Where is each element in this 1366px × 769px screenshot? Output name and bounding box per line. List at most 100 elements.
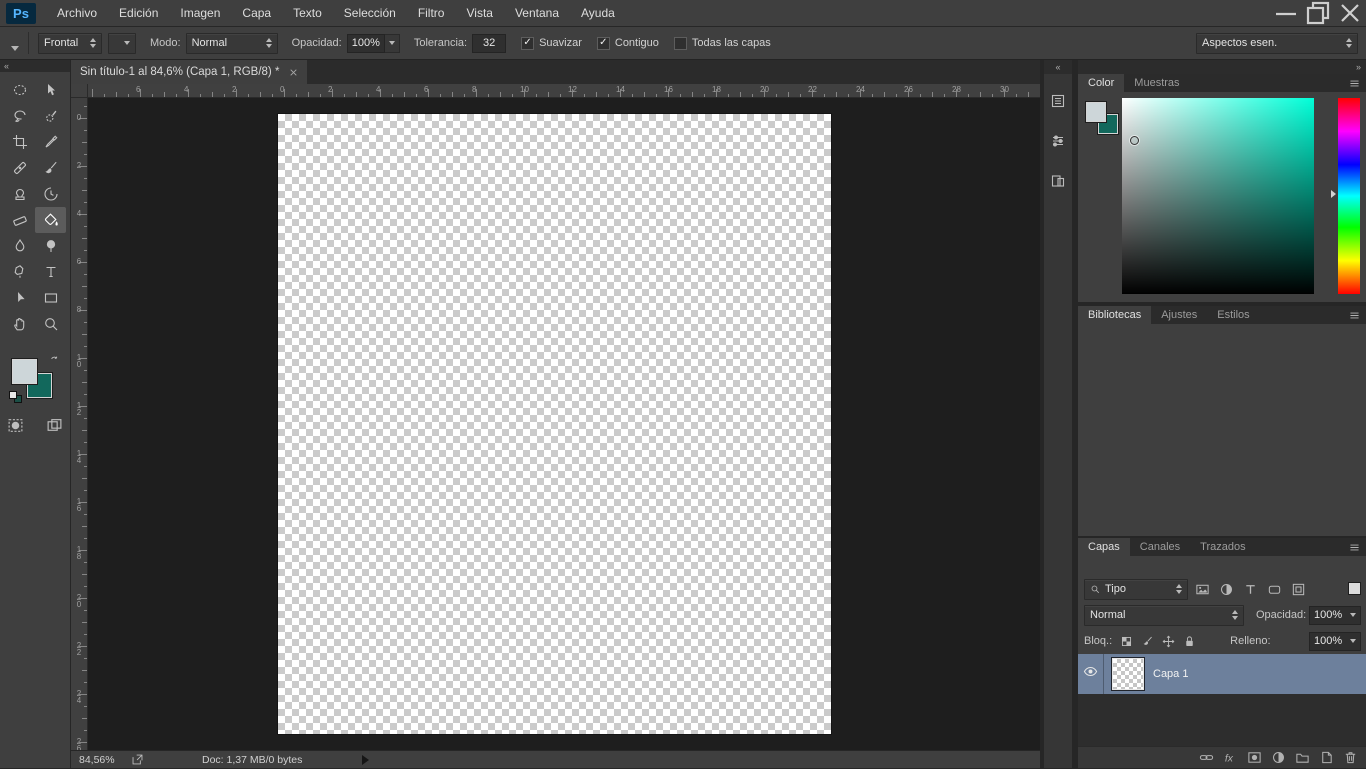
hue-slider-marker[interactable] <box>1331 190 1336 198</box>
history-brush-tool[interactable] <box>35 181 66 207</box>
fill-source-select[interactable]: Frontal <box>38 33 102 54</box>
restore-button[interactable] <box>1302 0 1334 27</box>
filter-pixel-layers-icon[interactable] <box>1194 581 1211 598</box>
checkbox-todas-las-capas[interactable]: Todas las capas <box>674 37 771 50</box>
layers-tab-capas[interactable]: Capas <box>1078 538 1130 556</box>
toolbar-collapse-button[interactable]: « <box>0 60 70 72</box>
ruler-corner[interactable] <box>71 84 88 98</box>
pen-tool[interactable] <box>4 259 35 285</box>
filter-type-layers-icon[interactable] <box>1242 581 1259 598</box>
checkbox-box[interactable] <box>674 37 687 50</box>
properties-panel-icon[interactable] <box>1044 128 1072 154</box>
document-canvas[interactable] <box>278 114 831 734</box>
close-tab-icon[interactable] <box>289 68 298 77</box>
canvas-viewport[interactable] <box>88 98 1040 750</box>
layers-tab-canales[interactable]: Canales <box>1130 538 1190 556</box>
quick-mask-button[interactable] <box>7 417 24 439</box>
checkbox-contiguo[interactable]: ✓Contiguo <box>597 37 659 50</box>
menu-ayuda[interactable]: Ayuda <box>570 0 626 27</box>
brush-tool[interactable] <box>35 155 66 181</box>
color-tab-muestras[interactable]: Muestras <box>1124 74 1189 92</box>
dodge-tool[interactable] <box>35 233 66 259</box>
layer-effects-icon[interactable]: fx <box>1218 747 1242 769</box>
pattern-picker-select[interactable] <box>108 33 136 54</box>
share-icon[interactable] <box>131 753 144 766</box>
layer-visibility-toggle[interactable] <box>1078 654 1104 694</box>
menu-ventana[interactable]: Ventana <box>504 0 570 27</box>
menu-texto[interactable]: Texto <box>282 0 333 27</box>
layer-row[interactable]: Capa 1 <box>1078 654 1366 694</box>
status-menu-arrow-icon[interactable] <box>362 755 369 765</box>
libraries-tab-bibliotecas[interactable]: Bibliotecas <box>1078 306 1151 324</box>
layer-thumbnail[interactable] <box>1112 658 1144 690</box>
move-tool[interactable] <box>35 77 66 103</box>
lock-all-icon[interactable] <box>1183 635 1196 648</box>
layer-filter-toggle[interactable] <box>1348 582 1361 595</box>
hue-slider[interactable] <box>1338 98 1360 294</box>
opacity-value-field[interactable]: 100% <box>347 34 385 53</box>
libraries-tab-estilos[interactable]: Estilos <box>1207 306 1259 324</box>
filter-smart-objects-icon[interactable] <box>1290 581 1307 598</box>
elliptical-marquee-tool[interactable] <box>4 77 35 103</box>
swap-colors-icon[interactable] <box>49 353 61 371</box>
layer-filter-select[interactable]: Tipo <box>1084 579 1188 600</box>
menu-filtro[interactable]: Filtro <box>407 0 456 27</box>
lock-transparency-icon[interactable] <box>1120 635 1133 648</box>
delete-layer-icon[interactable] <box>1338 747 1362 769</box>
menu-seleccion[interactable]: Selección <box>333 0 407 27</box>
workspace-select[interactable]: Aspectos esen. <box>1196 33 1358 54</box>
menu-edicion[interactable]: Edición <box>108 0 169 27</box>
paint-bucket-tool[interactable] <box>35 207 66 233</box>
eyedropper-tool[interactable] <box>35 129 66 155</box>
layers-tab-trazados[interactable]: Trazados <box>1190 538 1255 556</box>
menu-vista[interactable]: Vista <box>455 0 503 27</box>
menu-capa[interactable]: Capa <box>231 0 282 27</box>
hand-tool[interactable] <box>4 311 35 337</box>
libraries-tab-ajustes[interactable]: Ajustes <box>1151 306 1207 324</box>
zoom-level-field[interactable]: 84,56% <box>79 754 121 766</box>
link-layers-icon[interactable] <box>1194 747 1218 769</box>
tolerance-input[interactable] <box>472 34 506 53</box>
filter-shape-layers-icon[interactable] <box>1266 581 1283 598</box>
zoom-tool[interactable] <box>35 311 66 337</box>
history-panel-icon[interactable] <box>1044 88 1072 114</box>
dock-expand-button[interactable]: « <box>1044 60 1072 74</box>
layers-panel-menu-icon[interactable] <box>1348 538 1366 556</box>
checkbox-box[interactable]: ✓ <box>521 37 534 50</box>
quick-selection-tool[interactable] <box>35 103 66 129</box>
dock-collapse-button[interactable]: » <box>1078 60 1366 74</box>
clone-stamp-tool[interactable] <box>4 181 35 207</box>
layer-name[interactable]: Capa 1 <box>1153 668 1188 680</box>
saturation-brightness-picker[interactable] <box>1122 98 1314 294</box>
shape-tool[interactable] <box>35 285 66 311</box>
new-adjustment-layer-icon[interactable] <box>1266 747 1290 769</box>
color-tab-color[interactable]: Color <box>1078 74 1124 92</box>
vertical-ruler[interactable]: 02468101214161820222426 <box>71 98 88 750</box>
blend-mode-select[interactable]: Normal <box>1084 605 1244 626</box>
filter-adjustment-layers-icon[interactable] <box>1218 581 1235 598</box>
foreground-color-swatch[interactable] <box>1086 102 1106 122</box>
lock-position-icon[interactable] <box>1162 635 1175 648</box>
close-button[interactable] <box>1334 0 1366 27</box>
checkbox-suavizar[interactable]: ✓Suavizar <box>521 37 582 50</box>
lasso-tool[interactable] <box>4 103 35 129</box>
opacity-dropdown-button[interactable] <box>385 34 400 53</box>
layer-group-icon[interactable] <box>1290 747 1314 769</box>
layer-mask-icon[interactable] <box>1242 747 1266 769</box>
menu-archivo[interactable]: Archivo <box>46 0 108 27</box>
document-tab[interactable]: Sin título-1 al 84,6% (Capa 1, RGB/8) * <box>71 60 307 84</box>
minimize-button[interactable] <box>1270 0 1302 27</box>
libraries-panel-menu-icon[interactable] <box>1348 306 1366 324</box>
tool-preset-picker[interactable] <box>8 36 19 51</box>
blur-tool[interactable] <box>4 233 35 259</box>
layers-opacity-field[interactable]: 100% <box>1309 606 1361 625</box>
color-picker-cursor[interactable] <box>1130 136 1139 145</box>
color-panel-menu-icon[interactable] <box>1348 74 1366 92</box>
mode-select[interactable]: Normal <box>186 33 278 54</box>
menu-imagen[interactable]: Imagen <box>169 0 231 27</box>
path-selection-tool[interactable] <box>4 285 35 311</box>
device-preview-panel-icon[interactable] <box>1044 168 1072 194</box>
checkbox-box[interactable]: ✓ <box>597 37 610 50</box>
lock-pixels-icon[interactable] <box>1141 635 1154 648</box>
healing-brush-tool[interactable] <box>4 155 35 181</box>
